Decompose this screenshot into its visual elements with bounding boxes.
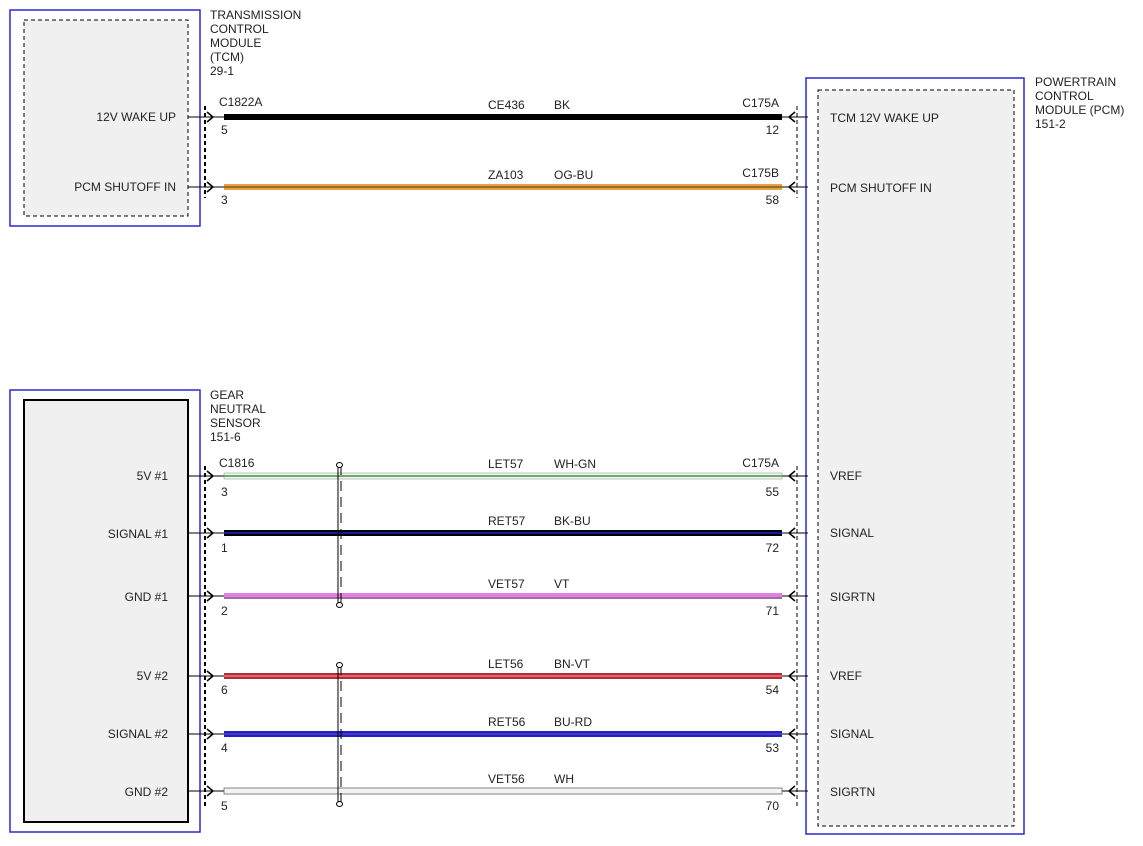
wire-left-pin: 3 <box>221 485 228 499</box>
wire-right-connector: C175B <box>742 166 779 180</box>
wire-left-pin: 6 <box>221 683 228 697</box>
gns-title-3: SENSOR <box>210 416 261 430</box>
tcm-pin-pcm-shutoff-in: PCM SHUTOFF IN <box>74 180 176 194</box>
pcm-inner-box <box>817 89 1015 827</box>
wire-let56: LET56 BN-VT 6 54 <box>188 657 808 697</box>
wire-left-pin: 5 <box>221 799 228 813</box>
pcm-pin-vref-2: VREF <box>830 669 862 683</box>
wire-left-pin: 1 <box>221 541 228 555</box>
wire-circuit-label: RET57 <box>488 514 526 528</box>
wiring-diagram: TRANSMISSION CONTROL MODULE (TCM) 29-1 1… <box>9 8 1124 835</box>
gns-pin-5v-1: 5V #1 <box>137 469 169 483</box>
gns-pin-5v-2: 5V #2 <box>137 669 169 683</box>
wire-vet56: VET56 WH 5 70 <box>188 772 808 813</box>
tcm-connector-label: C1822A <box>219 95 262 109</box>
tcm-pin-12v-wake-up: 12V WAKE UP <box>96 110 176 124</box>
wire-circuit-label: ZA103 <box>488 168 524 182</box>
wire-ret57: RET57 BK-BU 1 72 <box>188 514 808 555</box>
wire-color-label: WH <box>554 772 574 786</box>
wire-right-pin: 12 <box>766 123 780 137</box>
wire-left-pin: 5 <box>221 123 228 137</box>
wire-ce436: CE436 BK 5 C175A 12 <box>188 96 808 137</box>
tcm-title-1: TRANSMISSION <box>210 8 301 22</box>
wire-color-label: BN-VT <box>554 657 591 671</box>
wire-right-connector: C175A <box>742 456 779 470</box>
wire-vet57: VET57 VT 2 71 <box>188 577 808 618</box>
wire-color-label: BU-RD <box>554 715 592 729</box>
gns-connector-label: C1816 <box>219 456 255 470</box>
pcm-pin-sigrtn-1: SIGRTN <box>830 590 875 604</box>
pcm-title-3: MODULE (PCM) <box>1035 103 1124 117</box>
wire-left-pin: 4 <box>221 741 228 755</box>
twist-bottom-cap <box>336 801 343 807</box>
wire-circuit-label: VET57 <box>488 577 525 591</box>
wire-right-pin: 54 <box>766 683 780 697</box>
twist-top-cap <box>336 462 343 468</box>
pcm-module: POWERTRAIN CONTROL MODULE (PCM) 151-2 TC… <box>796 75 1124 835</box>
pcm-pin-vref-1: VREF <box>830 469 862 483</box>
wire-left-pin: 3 <box>221 193 228 207</box>
wire-color-label: BK <box>554 98 570 112</box>
wire-circuit-label: CE436 <box>488 98 525 112</box>
tcm-title-4: (TCM) <box>210 50 244 64</box>
twist-top-cap <box>336 662 343 668</box>
tcm-title-2: CONTROL <box>210 22 269 36</box>
wire-left-pin: 2 <box>221 604 228 618</box>
pcm-title-1: POWERTRAIN <box>1035 75 1116 89</box>
wire-color-label: VT <box>554 577 570 591</box>
pcm-pin-sigrtn-2: SIGRTN <box>830 785 875 799</box>
wire-circuit-label: LET56 <box>488 657 524 671</box>
wire-za103: ZA103 OG-BU 3 C175B 58 <box>188 166 808 207</box>
gns-title-4: 151-6 <box>210 430 241 444</box>
pcm-pin-signal-1: SIGNAL <box>830 526 874 540</box>
wire-right-pin: 72 <box>766 541 780 555</box>
wire-color-label: OG-BU <box>554 168 593 182</box>
wire-color-label: BK-BU <box>554 514 591 528</box>
wire-color-label: WH-GN <box>554 457 596 471</box>
wire-right-pin: 71 <box>766 604 780 618</box>
pcm-title-4: 151-2 <box>1035 117 1066 131</box>
gns-title-2: NEUTRAL <box>210 402 266 416</box>
wire-circuit-label: VET56 <box>488 772 525 786</box>
wire-circuit-label: RET56 <box>488 715 526 729</box>
gns-inner-box <box>23 399 189 823</box>
pcm-pin-tcm-12v-wake-up: TCM 12V WAKE UP <box>830 111 939 125</box>
tcm-title-3: MODULE <box>210 36 261 50</box>
tcm-title-5: 29-1 <box>210 64 234 78</box>
gns-pin-gnd-2: GND #2 <box>125 785 169 799</box>
wire-body <box>223 787 783 795</box>
wire-right-pin: 70 <box>766 799 780 813</box>
gns-title-1: GEAR <box>210 388 244 402</box>
wire-right-pin: 55 <box>766 485 780 499</box>
wire-let57: LET57 WH-GN 3 C175A 55 <box>188 456 808 499</box>
pcm-pin-pcm-shutoff-in: PCM SHUTOFF IN <box>830 181 932 195</box>
gns-pin-gnd-1: GND #1 <box>125 590 169 604</box>
wire-right-pin: 58 <box>766 193 780 207</box>
wire-circuit-label: LET57 <box>488 457 524 471</box>
gns-pin-signal-1: SIGNAL #1 <box>108 527 169 541</box>
gns-pin-signal-2: SIGNAL #2 <box>108 727 169 741</box>
gns-module: GEAR NEUTRAL SENSOR 151-6 5V #1 SIGNAL #… <box>9 388 266 833</box>
pcm-title-2: CONTROL <box>1035 89 1094 103</box>
wire-right-pin: 53 <box>766 741 780 755</box>
twist-bottom-cap <box>336 602 343 608</box>
wire-right-connector: C175A <box>742 96 779 110</box>
wire-ret56: RET56 BU-RD 4 53 <box>188 715 808 755</box>
pcm-pin-signal-2: SIGNAL <box>830 727 874 741</box>
